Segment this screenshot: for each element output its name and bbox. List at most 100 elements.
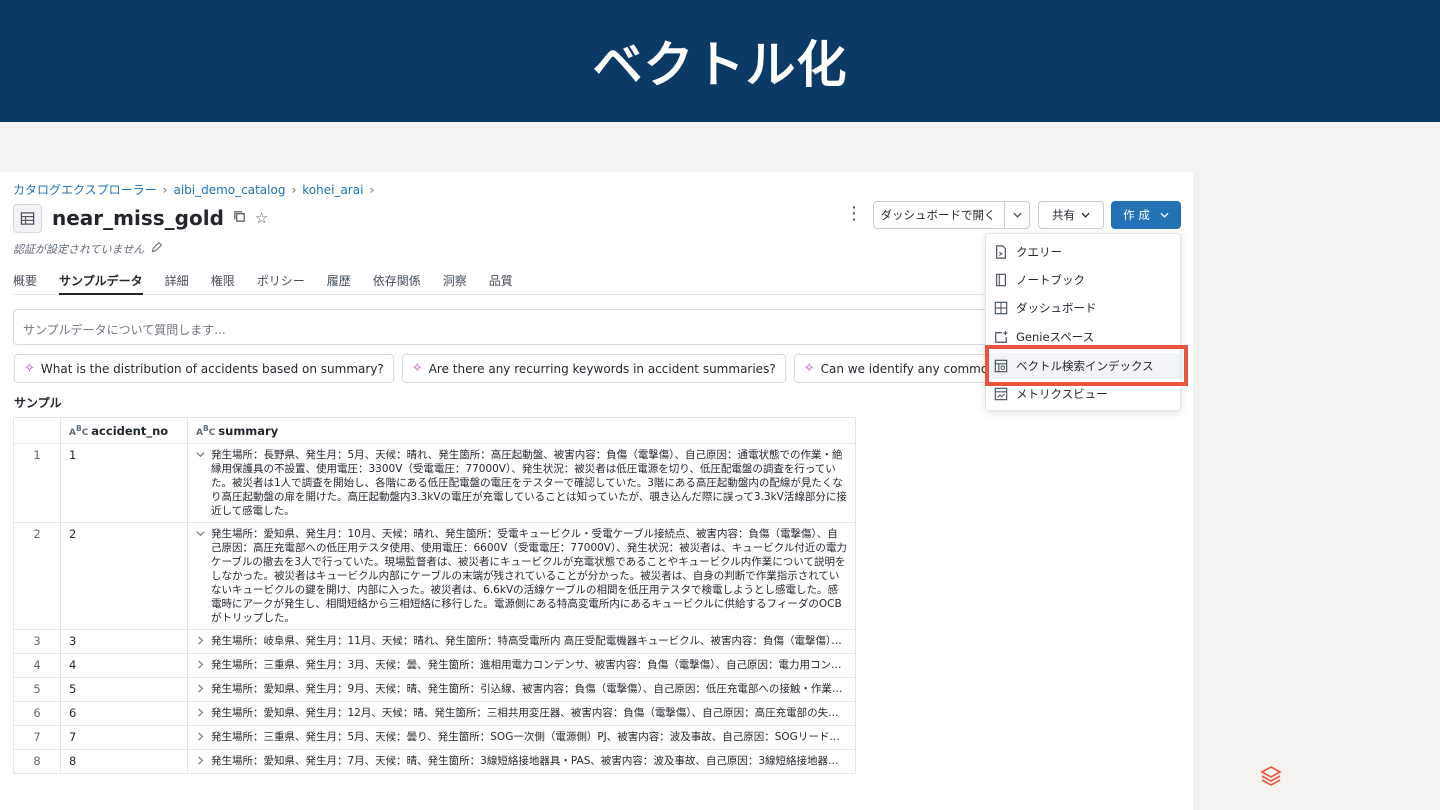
share-label: 共有 (1052, 208, 1075, 222)
chevron-down-icon[interactable] (1004, 202, 1029, 228)
menu-item-query[interactable]: クエリー (986, 239, 1180, 265)
tab-policies[interactable]: ポリシー (257, 272, 305, 295)
metric-view-icon (994, 387, 1008, 401)
row-number: 5 (13, 677, 61, 702)
tab-insights[interactable]: 洞察 (443, 272, 467, 295)
chevron-down-icon[interactable] (196, 448, 206, 518)
summary-text: 発生場所：愛知県、発生月：7月、天候：晴、発生箇所：3線短絡接地器具・PAS、被… (211, 755, 847, 767)
suggestion-chip[interactable]: ✧ Are there any recurring keywords in acc… (401, 354, 786, 383)
table-row[interactable]: 7 7 発生場所：三重県、発生月：5月、天候：曇り、発生箇所：SOG一次側（電源側）… (13, 725, 856, 750)
open-dashboard-button[interactable]: ダッシュボードで開く (873, 201, 1030, 229)
table-row[interactable]: 5 5 発生場所：愛知県、発生月：9月、天候：晴、発生箇所：引込線、被害内容：負傷（… (13, 677, 856, 702)
chevron-down-icon (1160, 212, 1169, 218)
sparkle-icon: ✧ (803, 361, 815, 376)
query-icon (994, 245, 1008, 259)
accident-no-cell: 8 (60, 749, 188, 774)
tab-details[interactable]: 詳細 (165, 272, 189, 295)
sample-data-table: ABC accident_no ABC summary 1 1 発生場所：長野県、発生月… (13, 417, 856, 774)
summary-cell: 発生場所：愛知県、発生月：10月、天候：晴れ、発生箇所：受電キュービクル・受電ケ… (187, 522, 856, 630)
breadcrumb-catalog[interactable]: aibi_demo_catalog (173, 183, 285, 197)
suggestion-chips: ✧ What is the distribution of accidents b… (14, 354, 1056, 383)
tab-overview[interactable]: 概要 (13, 272, 37, 295)
breadcrumb-catalog-explorer[interactable]: カタログエクスプローラー (13, 181, 157, 198)
tab-quality[interactable]: 品質 (489, 272, 513, 295)
summary-text: 発生場所：三重県、発生月：5月、天候：曇り、発生箇所：SOG一次側（電源側）PJ… (211, 731, 847, 743)
summary-cell: 発生場所：三重県、発生月：5月、天候：曇り、発生箇所：SOG一次側（電源側）PJ… (187, 725, 856, 750)
accident-no-cell: 1 (60, 443, 188, 523)
row-number: 8 (13, 749, 61, 774)
table-row[interactable]: 1 1 発生場所：長野県、発生月：5月、天候：晴れ、発生箇所：高圧起動盤、被害内容：… (13, 443, 856, 523)
suggestion-label: Are there any recurring keywords in acci… (428, 361, 776, 376)
string-type-icon: ABC (69, 423, 89, 438)
summary-cell: 発生場所：愛知県、発生月：12月、天候：晴、発生箇所：三相共用変圧器、被害内容：… (187, 701, 856, 726)
string-type-icon: ABC (196, 423, 216, 438)
breadcrumb-separator: › (369, 182, 375, 197)
chevron-down-icon[interactable] (196, 527, 206, 625)
summary-cell: 発生場所：長野県、発生月：5月、天候：晴れ、発生箇所：高圧起動盤、被害内容：負傷… (187, 443, 856, 523)
row-number: 7 (13, 725, 61, 750)
column-header-summary[interactable]: ABC summary (187, 417, 856, 444)
breadcrumb-schema[interactable]: kohei_arai (302, 183, 363, 197)
sample-heading: サンプル (14, 396, 62, 410)
pencil-icon[interactable] (150, 241, 163, 257)
summary-cell: 発生場所：三重県、発生月：3月、天候：曇、発生箇所：進相用電力コンデンサ、被害内… (187, 653, 856, 678)
tab-lineage[interactable]: 依存関係 (373, 272, 421, 295)
accident-no-cell: 2 (60, 522, 188, 630)
column-header-label: summary (218, 423, 279, 438)
table-row[interactable]: 3 3 発生場所：岐阜県、発生月：11月、天候：晴れ、発生箇所：特高受電所内 高圧受… (13, 629, 856, 654)
row-number: 4 (13, 653, 61, 678)
chevron-right-icon[interactable] (196, 706, 206, 721)
share-button[interactable]: 共有 (1038, 201, 1104, 229)
copy-icon[interactable] (232, 209, 247, 227)
breadcrumb-separator: › (291, 182, 297, 197)
suggestion-label: What is the distribution of accidents ba… (40, 361, 384, 376)
tab-history[interactable]: 履歴 (327, 272, 351, 295)
table-row[interactable]: 6 6 発生場所：愛知県、発生月：12月、天候：晴、発生箇所：三相共用変圧器、被害内… (13, 701, 856, 726)
menu-item-label: ノートブック (1016, 273, 1085, 287)
menu-item-label: メトリクスビュー (1016, 387, 1108, 401)
accident-no-cell: 6 (60, 701, 188, 726)
chevron-right-icon[interactable] (196, 754, 206, 769)
summary-text: 発生場所：愛知県、発生月：9月、天候：晴、発生箇所：引込線、被害内容：負傷（電撃… (211, 683, 847, 695)
breadcrumb-separator: › (162, 182, 168, 197)
accident-no-cell: 4 (60, 653, 188, 678)
table-row[interactable]: 8 8 発生場所：愛知県、発生月：7月、天候：晴、発生箇所：3線短絡接地器具・PAS… (13, 749, 856, 774)
chevron-right-icon[interactable] (196, 730, 206, 745)
create-label: 作 成 (1123, 208, 1150, 222)
genie-icon (994, 330, 1008, 344)
accident-no-cell: 5 (60, 677, 188, 702)
menu-item-label: クエリー (1016, 245, 1062, 259)
chevron-right-icon[interactable] (196, 682, 206, 697)
page-title: near_miss_gold (52, 206, 224, 230)
table-row[interactable]: 4 4 発生場所：三重県、発生月：3月、天候：曇、発生箇所：進相用電力コンデンサ、被… (13, 653, 856, 678)
chevron-right-icon[interactable] (196, 634, 206, 649)
star-icon[interactable]: ☆ (255, 210, 268, 226)
column-header-label: accident_no (91, 423, 169, 438)
breadcrumb: カタログエクスプローラー › aibi_demo_catalog › kohei… (13, 181, 374, 198)
more-options-icon[interactable]: ⋮ (845, 205, 863, 223)
slide-title-banner: ベクトル化 (0, 0, 1440, 122)
row-number-header (13, 417, 61, 444)
table-header-row: ABC accident_no ABC summary (13, 417, 856, 444)
tab-sample-data[interactable]: サンプルデータ (59, 272, 143, 295)
title-row: near_miss_gold ☆ (13, 203, 268, 233)
row-number: 2 (13, 522, 61, 630)
create-button[interactable]: 作 成 (1111, 201, 1181, 229)
row-number: 6 (13, 701, 61, 726)
table-row[interactable]: 2 2 発生場所：愛知県、発生月：10月、天候：晴れ、発生箇所：受電キュービクル・受… (13, 522, 856, 630)
summary-cell: 発生場所：愛知県、発生月：7月、天候：晴、発生箇所：3線短絡接地器具・PAS、被… (187, 749, 856, 774)
tab-permissions[interactable]: 権限 (211, 272, 235, 295)
suggestion-chip[interactable]: ✧ What is the distribution of accidents b… (14, 354, 394, 383)
sparkle-icon: ✧ (24, 361, 35, 376)
menu-item-dashboard[interactable]: ダッシュボード (986, 295, 1180, 321)
summary-text: 発生場所：愛知県、発生月：12月、天候：晴、発生箇所：三相共用変圧器、被害内容：… (211, 707, 847, 719)
menu-item-notebook[interactable]: ノートブック (986, 267, 1180, 293)
chevron-down-icon (1081, 212, 1090, 218)
chevron-right-icon[interactable] (196, 658, 206, 673)
summary-cell: 発生場所：愛知県、発生月：9月、天候：晴、発生箇所：引込線、被害内容：負傷（電撃… (187, 677, 856, 702)
column-header-accident-no[interactable]: ABC accident_no (60, 417, 188, 444)
certification-status: 認証が設定されていません (13, 241, 163, 257)
slide-title: ベクトル化 (592, 36, 848, 94)
table-icon (13, 203, 42, 233)
menu-item-label: Genieスペース (1016, 330, 1095, 344)
